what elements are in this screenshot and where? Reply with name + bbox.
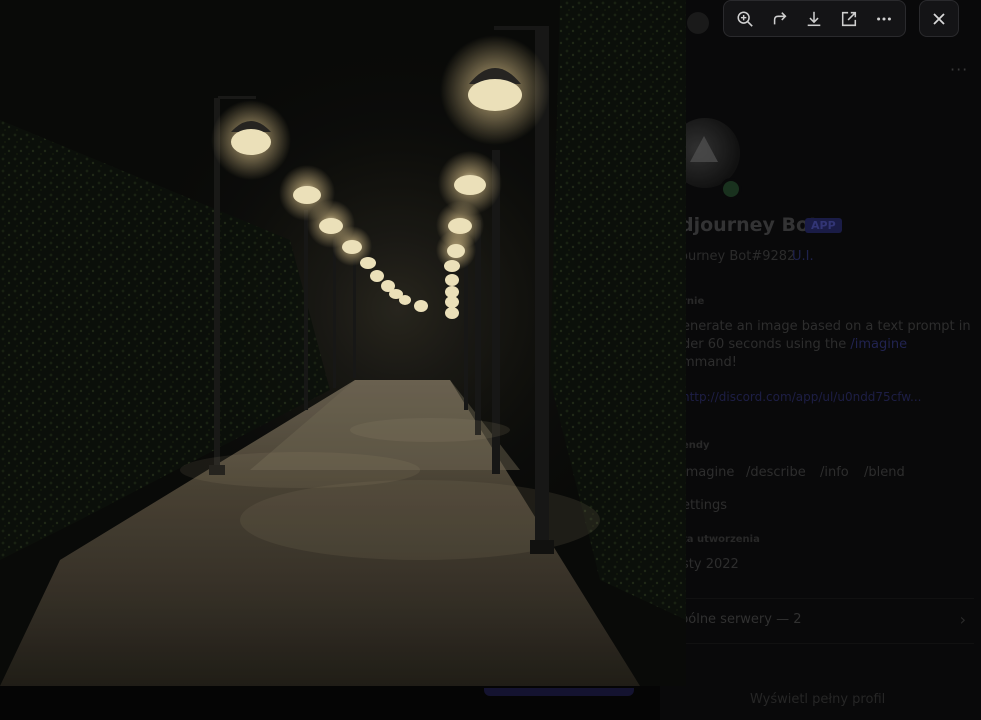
message-button-edge	[484, 688, 634, 696]
close-icon	[933, 12, 945, 25]
open-in-browser-icon	[842, 11, 857, 26]
zoom-in-button[interactable]	[732, 6, 758, 32]
app-icon	[687, 12, 709, 34]
close-viewer-button[interactable]	[919, 0, 959, 37]
forward-button[interactable]	[767, 6, 793, 32]
download-button[interactable]	[801, 6, 827, 32]
image-viewer[interactable]	[0, 0, 686, 686]
forward-icon	[773, 11, 787, 24]
night-walkway-image	[0, 0, 686, 686]
image-toolbar	[723, 0, 906, 37]
zoom-in-icon	[737, 10, 754, 27]
open-in-browser-button[interactable]	[836, 6, 862, 32]
more-options-button[interactable]	[871, 6, 897, 32]
download-icon	[808, 11, 821, 26]
more-icon	[876, 16, 891, 21]
